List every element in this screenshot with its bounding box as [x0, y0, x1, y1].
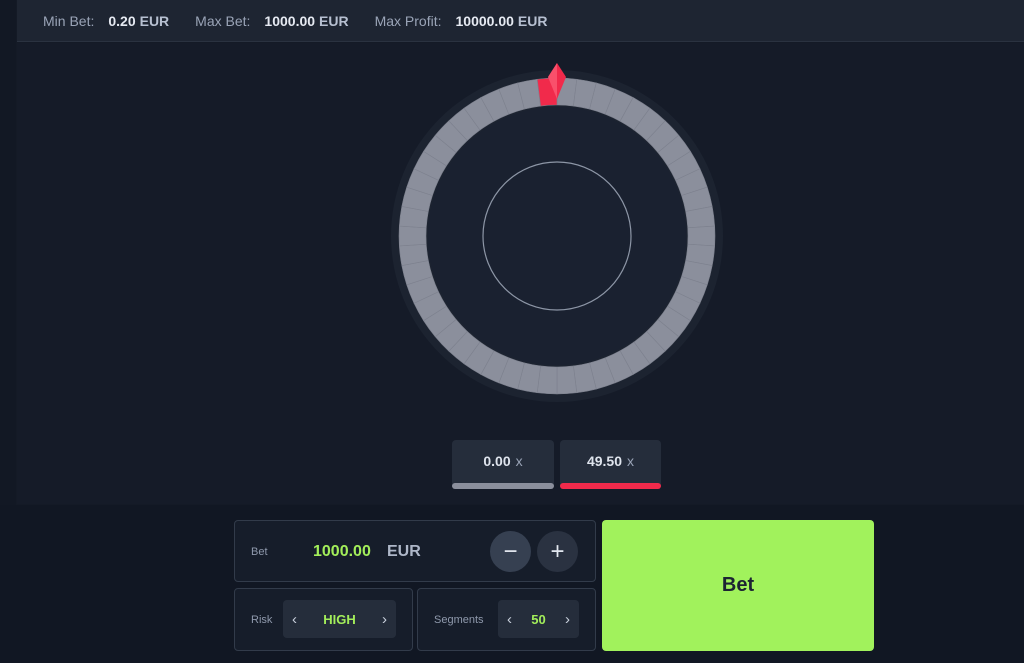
chevron-right-icon[interactable]: › [382, 611, 387, 628]
segments-label: Segments [434, 614, 484, 626]
min-bet-unit: EUR [139, 12, 170, 29]
wheel-segment [687, 225, 716, 247]
max-bet-unit: EUR [319, 12, 349, 29]
risk-value: HIGH [323, 611, 356, 627]
wheel-segment [398, 225, 427, 247]
multiplier-tile-1: 0.00 x [452, 440, 554, 489]
segments-box: Segments ‹ 50 › [417, 588, 596, 651]
multiplier-color-bar-1 [452, 483, 554, 489]
minus-icon: − [503, 537, 518, 565]
multiplier-unit-2: x [627, 453, 635, 469]
game-area: 0.00 x 49.50 x [17, 43, 1024, 504]
bet-amount-value[interactable]: 1000.00 [313, 543, 371, 561]
bet-label: Bet [251, 546, 268, 558]
bet-button-label: Bet [721, 574, 755, 596]
bet-currency: EUR [387, 543, 421, 560]
chevron-right-icon[interactable]: › [565, 611, 570, 628]
multiplier-value-1: 0.00 [483, 453, 511, 469]
risk-box: Risk ‹ HIGH › [234, 588, 413, 651]
multiplier-color-bar-2 [560, 483, 661, 489]
bet-button[interactable]: Bet [602, 520, 874, 651]
chevron-left-icon[interactable]: ‹ [507, 611, 512, 628]
max-bet-value: 1000.00 [264, 12, 316, 29]
max-bet-label: Max Bet: [195, 12, 251, 29]
segments-value: 50 [531, 611, 546, 627]
increase-bet-button[interactable]: + [537, 531, 578, 572]
wheel-segment [556, 365, 578, 395]
max-bet-stat: Max Bet: 1000.00 EUR [195, 13, 348, 29]
min-bet-value: 0.20 [108, 12, 136, 29]
wheel-inner-shadow [428, 107, 686, 365]
max-profit-unit: EUR [517, 12, 548, 29]
segments-selector: ‹ 50 › [498, 600, 579, 638]
plus-icon: + [550, 537, 565, 565]
min-bet-stat: Min Bet: 0.20 EUR [43, 13, 169, 29]
risk-label: Risk [251, 614, 273, 626]
wheel-svg [391, 63, 723, 402]
bet-amount-box: Bet 1000.00 EUR − + [234, 520, 596, 582]
multiplier-unit-1: x [515, 453, 523, 469]
decrease-bet-button[interactable]: − [490, 531, 531, 572]
min-bet-label: Min Bet: [43, 12, 95, 29]
multiplier-tile-2: 49.50 x [560, 440, 661, 489]
max-profit-stat: Max Profit: 10000.00 EUR [375, 13, 548, 29]
chevron-left-icon[interactable]: ‹ [292, 611, 297, 628]
wheel [389, 63, 729, 403]
risk-selector: ‹ HIGH › [283, 600, 396, 638]
max-profit-value: 10000.00 [455, 12, 514, 29]
limits-bar: Min Bet: 0.20 EUR Max Bet: 1000.00 EUR M… [17, 0, 1024, 42]
max-profit-label: Max Profit: [374, 12, 442, 29]
multiplier-value-2: 49.50 [586, 453, 623, 469]
